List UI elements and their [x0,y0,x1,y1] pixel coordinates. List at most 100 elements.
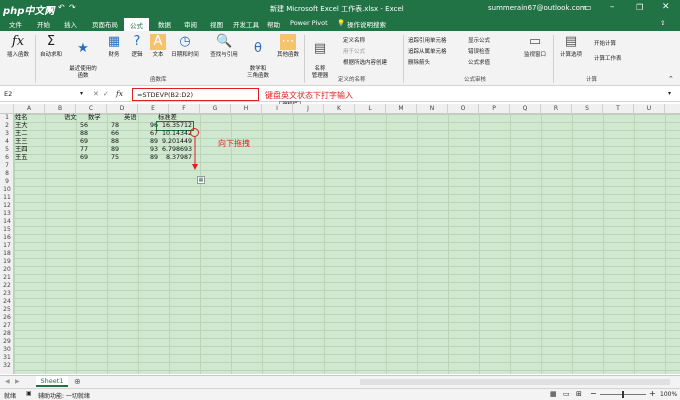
tab-power-pivot[interactable]: Power Pivot [290,19,328,27]
table-cell[interactable]: 89 [90,146,119,154]
column-header[interactable]: P [479,104,510,114]
column-header[interactable]: A [14,104,45,114]
row-header[interactable]: 32 [0,362,14,370]
table-cell[interactable]: 66 [90,130,119,138]
column-header[interactable]: O [448,104,479,114]
row-header[interactable]: 28 [0,330,14,338]
row-header[interactable]: 15 [0,226,14,234]
row-header[interactable]: 25 [0,306,14,314]
row-header[interactable]: 31 [0,354,14,362]
tab-insert[interactable]: 插入 [64,19,77,29]
accessibility-status[interactable]: 辅助功能: 一切就绪 [38,391,90,400]
save-icon[interactable]: ▣ [46,4,54,13]
column-header[interactable]: L [355,104,386,114]
name-box[interactable]: E2 [4,90,64,98]
row-header[interactable]: 6 [0,154,14,162]
page-break-view-icon[interactable]: ⊞ [576,390,582,398]
table-cell[interactable]: 77 [59,146,88,154]
row-header[interactable]: 9 [0,178,14,186]
zoom-level[interactable]: 100% [660,391,677,398]
table-cell[interactable]: 93 [121,146,158,154]
calculate-sheet-button[interactable]: 计算工作表 [594,55,622,64]
fill-handle-highlight[interactable] [190,128,199,137]
tab-developer[interactable]: 开发工具 [233,19,259,29]
formula-input[interactable]: =STDEVP(B2:D2) [137,91,193,99]
column-header[interactable]: F [169,104,200,114]
row-header[interactable]: 27 [0,322,14,330]
insert-function-button[interactable]: fx 插入函数 [3,34,33,59]
row-header[interactable]: 18 [0,250,14,258]
table-cell[interactable]: 王五 [15,154,28,162]
horizontal-scrollbar[interactable] [360,379,670,385]
trace-precedents-button[interactable]: 追踪引用单元格 [408,37,447,46]
share-icon[interactable]: ⇪ [660,19,665,27]
row-header[interactable]: 21 [0,274,14,282]
use-in-formula-button[interactable]: 用于公式 [343,48,365,57]
column-header[interactable]: S [572,104,603,114]
redo-icon[interactable]: ↷ [69,3,76,12]
table-cell[interactable]: 89 [121,138,158,146]
calculation-options-button[interactable]: ▤ 计算选项 [554,34,588,59]
more-functions-button[interactable]: ⋯ 其他函数 [273,34,303,59]
normal-view-icon[interactable]: ▦ [550,390,557,398]
error-checking-button[interactable]: 错误检查 [468,48,490,57]
trace-dependents-button[interactable]: 追踪从属单元格 [408,48,447,57]
enter-icon[interactable]: ✓ [103,90,109,98]
column-header[interactable]: C [76,104,107,114]
row-header[interactable]: 2 [0,122,14,130]
account-name[interactable]: summerain67@outlook.com [488,4,587,12]
row-header[interactable]: 30 [0,346,14,354]
row-header[interactable]: 5 [0,146,14,154]
table-header-cell[interactable]: 英语 [124,114,137,122]
row-header[interactable]: 8 [0,170,14,178]
column-header[interactable]: E [138,104,169,114]
table-cell[interactable]: 78 [90,122,119,130]
zoom-in-icon[interactable]: + [649,389,656,398]
row-header[interactable]: 11 [0,194,14,202]
cancel-icon[interactable]: ✕ [93,90,99,98]
column-header[interactable]: H [231,104,262,114]
undo-icon[interactable]: ↶ [58,3,65,12]
math-trig-button[interactable]: θ 数学和 三角函数 [240,34,276,80]
tab-help[interactable]: 帮助 [267,19,280,29]
tab-home[interactable]: 开始 [37,19,50,29]
autosum-button[interactable]: Σ 自动求和 [36,34,66,59]
tab-data[interactable]: 数据 [158,19,171,29]
row-header[interactable]: 20 [0,266,14,274]
row-header[interactable]: 22 [0,282,14,290]
table-cell[interactable]: 8.37987 [154,154,192,162]
row-header[interactable]: 16 [0,234,14,242]
table-cell[interactable]: 96 [121,122,158,130]
tab-formulas[interactable]: 公式 [124,18,149,31]
remove-arrows-button[interactable]: 删除箭头 [408,59,430,68]
insert-function-icon[interactable]: fx [116,89,123,98]
create-from-selection-button[interactable]: 根据所选内容创建 [343,59,387,68]
table-cell[interactable]: 88 [59,130,88,138]
row-header[interactable]: 1 [0,114,14,122]
table-cell[interactable]: 88 [90,138,119,146]
column-header[interactable]: R [541,104,572,114]
recent-functions-button[interactable]: ★ 最近使用的 函数 [66,34,100,80]
table-cell[interactable]: 75 [90,154,119,162]
table-header-cell[interactable]: 语文 [64,114,77,122]
worksheet-grid[interactable]: 姓名 语文 数学 英语 标准差 王大 56 78 96 16.35712 王二 … [14,114,680,374]
sheet-tab-sheet1[interactable]: Sheet1 [36,376,68,387]
column-header[interactable]: Q [510,104,541,114]
row-header[interactable]: 14 [0,218,14,226]
name-manager-button[interactable]: ▤ 名称 管理器 [305,34,335,80]
table-header-cell[interactable]: 姓名 [15,114,28,122]
next-sheet-icon[interactable]: ▶ [15,378,20,385]
column-header[interactable]: K [324,104,355,114]
table-cell[interactable]: 89 [121,154,158,162]
column-header[interactable]: I [262,104,293,114]
table-cell[interactable]: 王大 [15,122,28,130]
show-formulas-button[interactable]: 显示公式 [468,37,490,46]
macro-record-icon[interactable]: ▣ [26,390,32,397]
row-header[interactable]: 13 [0,210,14,218]
table-cell[interactable]: 9.201449 [154,138,192,146]
calculate-now-button[interactable]: 开始计算 [594,40,616,49]
tab-view[interactable]: 视图 [210,19,223,29]
prev-sheet-icon[interactable]: ◀ [5,378,10,385]
zoom-slider-thumb[interactable] [622,391,624,398]
table-cell[interactable]: 56 [59,122,88,130]
